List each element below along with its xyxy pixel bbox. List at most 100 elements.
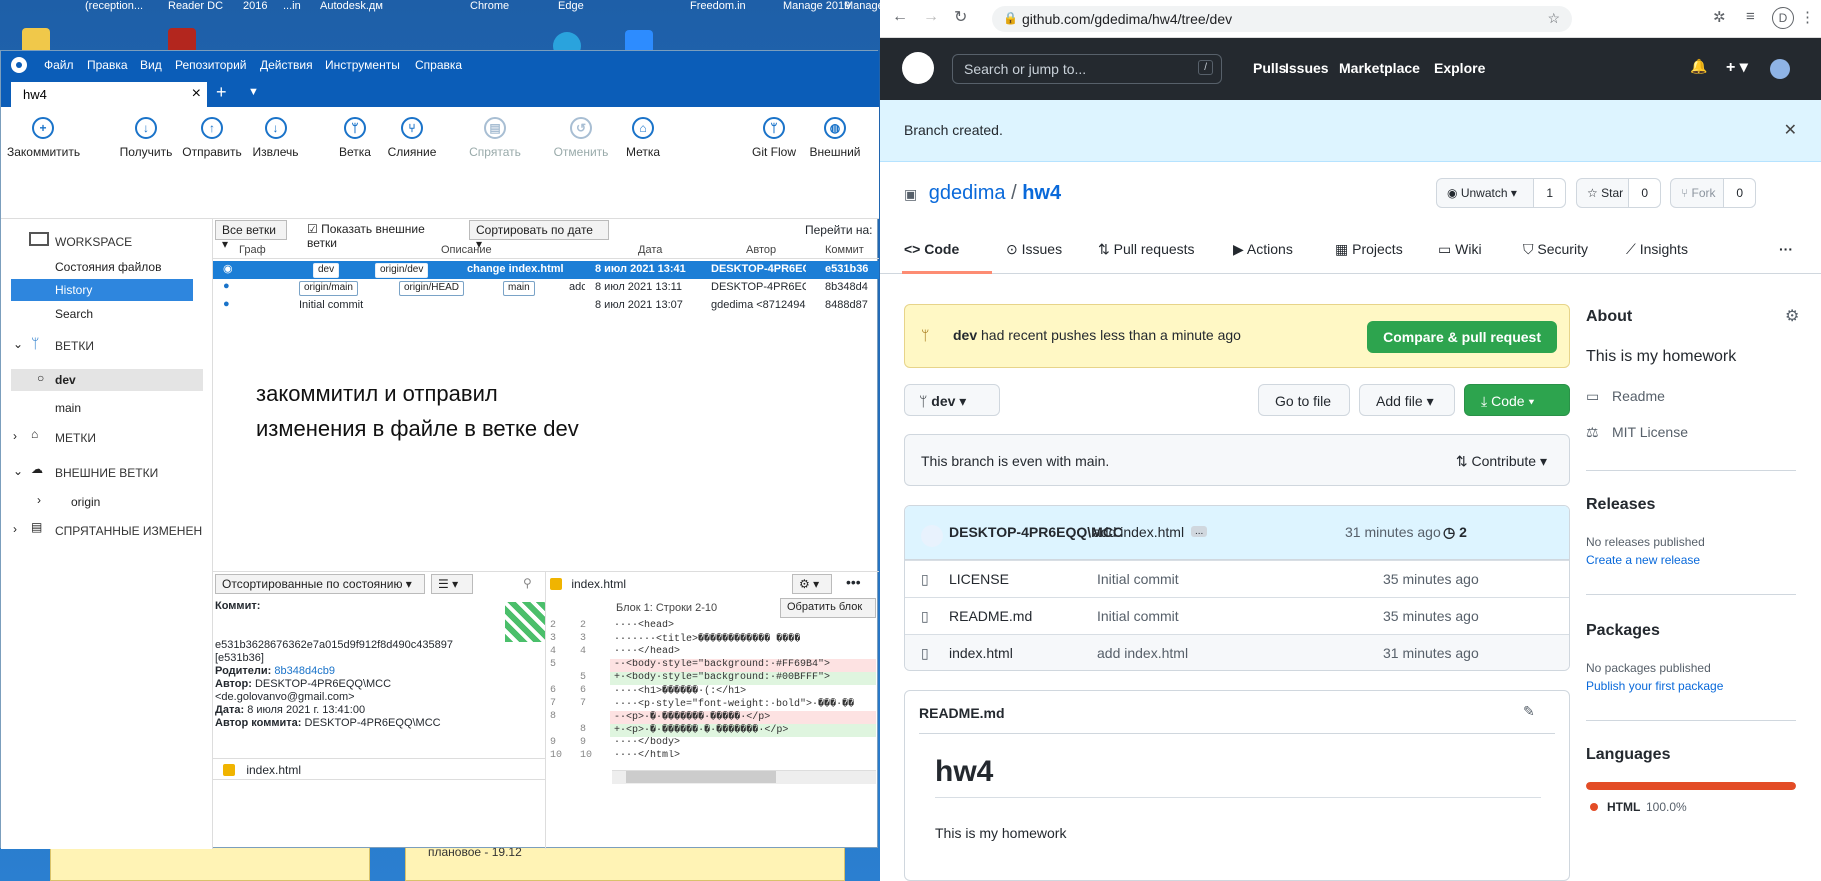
fetch-button[interactable]: ↓ Извлечь — [248, 117, 303, 159]
pencil-icon[interactable]: ✎ — [1523, 703, 1535, 720]
repo-owner-link[interactable]: gdedima — [929, 182, 1006, 204]
repo-tab[interactable]: hw4 × — [11, 82, 207, 107]
nav-issues[interactable]: Issues — [1285, 60, 1329, 76]
menu-repository[interactable]: Репозиторий — [175, 58, 247, 72]
menu-edit[interactable]: Правка — [87, 58, 128, 72]
file-commit-message[interactable]: Initial commit — [1097, 608, 1179, 624]
sort-select[interactable]: Сортировать по дате ▾ — [469, 220, 609, 251]
file-row[interactable]: ▯ index.html add index.html 31 minutes a… — [905, 634, 1569, 670]
tab-code[interactable]: <> Code — [904, 241, 959, 257]
sidebar-item-file-status[interactable]: Состояния файлов — [55, 260, 161, 274]
repo-name-link[interactable]: hw4 — [1022, 182, 1061, 204]
sticky-note[interactable] — [50, 845, 370, 881]
tab-projects[interactable]: ▦ Projects — [1335, 241, 1403, 258]
compare-pull-request-button[interactable]: Compare & pull request — [1367, 321, 1557, 353]
commit-message-link[interactable]: add index.html — [1093, 524, 1184, 540]
revert-hunk-button[interactable]: Обратить блок — [780, 598, 876, 618]
license-link[interactable]: MIT License — [1612, 424, 1688, 440]
stash-button[interactable]: ▤ Спрятать — [466, 117, 524, 159]
extensions-icon[interactable]: ✲ — [1713, 8, 1726, 26]
fork-button[interactable]: ⑂ Fork 0 — [1670, 178, 1756, 208]
fork-count[interactable]: 0 — [1723, 179, 1755, 207]
close-icon[interactable]: ✕ — [1784, 120, 1797, 140]
tab-security[interactable]: ⛉ Security — [1523, 241, 1588, 258]
file-commit-message[interactable]: Initial commit — [1097, 571, 1179, 587]
unwatch-button[interactable]: ◉ Unwatch ▾ 1 — [1436, 178, 1566, 208]
tag-button[interactable]: ⌂ Метка — [623, 117, 663, 159]
sidebar-item-remote-origin[interactable]: origin — [71, 495, 100, 509]
code-download-button[interactable]: ⤓ Code ▾ — [1464, 384, 1570, 416]
chevron-right-icon[interactable]: › — [13, 429, 17, 443]
gear-icon[interactable]: ⚙ ▾ — [792, 574, 832, 594]
star-button[interactable]: ☆ Star 0 — [1576, 178, 1661, 208]
new-tab-button[interactable]: + — [216, 82, 227, 103]
create-release-link[interactable]: Create a new release — [1586, 553, 1700, 567]
star-bookmark-icon[interactable]: ☆ — [1547, 10, 1560, 27]
merge-button[interactable]: ⑂ Слияние — [385, 117, 439, 159]
nav-marketplace[interactable]: Marketplace — [1339, 60, 1420, 76]
search-input[interactable]: Search or jump to... / — [952, 54, 1222, 84]
file-name-link[interactable]: README.md — [949, 608, 1032, 624]
column-commit[interactable]: Коммит — [825, 244, 864, 256]
address-bar[interactable]: 🔒 github.com/gdedima/hw4/tree/dev ☆ — [992, 6, 1572, 32]
language-name[interactable]: HTML — [1607, 800, 1640, 814]
scrollbar-thumb[interactable] — [626, 771, 776, 783]
chevron-down-icon[interactable]: ⌄ — [13, 464, 23, 478]
menu-actions[interactable]: Действия — [260, 58, 313, 72]
back-icon[interactable]: ← — [892, 8, 908, 26]
branch-filter-select[interactable]: Все ветки ▾ — [215, 220, 287, 251]
branch-select-button[interactable]: ᛘ dev ▾ — [904, 384, 1000, 416]
branch-button[interactable]: ᛘ Ветка — [335, 117, 375, 159]
nav-pulls[interactable]: Pulls — [1253, 60, 1286, 76]
profile-avatar[interactable]: D — [1772, 7, 1794, 29]
discard-button[interactable]: ↺ Отменить — [551, 117, 611, 159]
sidebar-item-search[interactable]: Search — [55, 307, 93, 321]
menu-tools[interactable]: Инструменты — [325, 58, 400, 72]
sidebar-item-branch-main[interactable]: main — [55, 401, 81, 415]
file-row[interactable]: ▯ LICENSE Initial commit 35 minutes ago — [905, 560, 1569, 597]
file-row[interactable]: ▯ README.md Initial commit 35 minutes ag… — [905, 597, 1569, 634]
commit-row[interactable]: ● origin/main origin/HEAD main adc 8 июл… — [213, 279, 879, 297]
tab-issues[interactable]: ⊙ Issues — [1006, 241, 1062, 258]
tab-pull-requests[interactable]: ⇅ Pull requests — [1098, 241, 1195, 258]
file-sort-select[interactable]: Отсортированные по состоянию ▾ — [215, 574, 425, 594]
github-logo-icon[interactable] — [902, 52, 934, 84]
tags-header[interactable]: МЕТКИ — [55, 431, 96, 445]
tab-wiki[interactable]: ▭ Wiki — [1438, 241, 1482, 258]
column-date[interactable]: Дата — [638, 244, 662, 256]
publish-package-link[interactable]: Publish your first package — [1586, 679, 1723, 693]
stashes-header[interactable]: СПРЯТАННЫЕ ИЗМЕНЕН — [55, 524, 202, 538]
create-new-icon[interactable]: + ▾ — [1726, 57, 1748, 77]
file-commit-message[interactable]: add index.html — [1097, 645, 1188, 661]
menu-help[interactable]: Справка — [415, 58, 462, 72]
tab-insights[interactable]: ⟋ Insights — [1626, 241, 1688, 258]
gear-icon[interactable]: ⚙ — [1785, 306, 1799, 326]
packages-heading[interactable]: Packages — [1586, 622, 1660, 640]
more-tabs-icon[interactable]: ··· — [1779, 241, 1793, 257]
file-name-link[interactable]: index.html — [949, 645, 1013, 661]
nav-explore[interactable]: Explore — [1434, 60, 1485, 76]
reload-icon[interactable]: ↻ — [954, 7, 967, 27]
git-flow-button[interactable]: ᛘ Git Flow — [749, 117, 799, 159]
add-file-button[interactable]: Add file ▾ — [1359, 384, 1455, 416]
menu-view[interactable]: Вид — [140, 58, 162, 72]
horizontal-scrollbar[interactable] — [612, 770, 876, 784]
menu-file[interactable]: Файл — [44, 58, 74, 72]
column-description[interactable]: Описание — [441, 244, 492, 256]
goto-label[interactable]: Перейти на: — [805, 223, 873, 237]
remotes-header[interactable]: ВНЕШНИЕ ВЕТКИ — [55, 466, 158, 480]
contribute-button[interactable]: ⇅ Contribute ▾ — [1456, 453, 1547, 470]
releases-heading[interactable]: Releases — [1586, 496, 1655, 514]
commit-button[interactable]: + Закоммитить — [7, 117, 80, 159]
view-mode-select[interactable]: ☰ ▾ — [431, 574, 473, 594]
tab-actions[interactable]: ▶ Actions — [1233, 241, 1293, 258]
commit-history-link[interactable]: ◷ 2 — [1443, 524, 1467, 541]
parent-link[interactable]: 8b348d4cb9 — [274, 665, 335, 677]
sidebar-item-history[interactable]: History — [11, 279, 193, 301]
branches-header[interactable]: ВЕТКИ — [55, 339, 94, 353]
column-graph[interactable]: Граф — [239, 244, 266, 256]
star-count[interactable]: 0 — [1628, 179, 1660, 207]
file-name-link[interactable]: LICENSE — [949, 571, 1009, 587]
readme-link[interactable]: Readme — [1612, 388, 1665, 404]
expand-commit-button[interactable]: ... — [1191, 526, 1208, 537]
